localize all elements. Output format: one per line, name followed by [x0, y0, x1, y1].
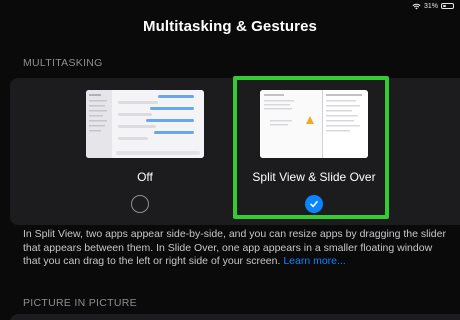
annotation-highlight-box: [233, 76, 389, 219]
battery-percentage: 31%: [423, 2, 438, 10]
off-radio-button[interactable]: [131, 195, 149, 213]
status-bar: 31%: [412, 0, 454, 12]
section-header-pip: PICTURE IN PICTURE: [23, 297, 137, 309]
multitasking-description: In Split View, two apps appear side-by-s…: [23, 228, 448, 269]
description-text: In Split View, two apps appear side-by-s…: [23, 228, 446, 268]
option-label-off: Off: [137, 170, 153, 184]
section-header-multitasking: MULTITASKING: [23, 57, 103, 69]
pip-card: [10, 314, 460, 320]
learn-more-link[interactable]: Learn more...: [283, 255, 345, 267]
page-title: Multitasking & Gestures: [142, 18, 317, 35]
wifi-icon: [412, 3, 421, 9]
off-preview-image[interactable]: [86, 90, 204, 158]
battery-icon: [441, 3, 454, 9]
